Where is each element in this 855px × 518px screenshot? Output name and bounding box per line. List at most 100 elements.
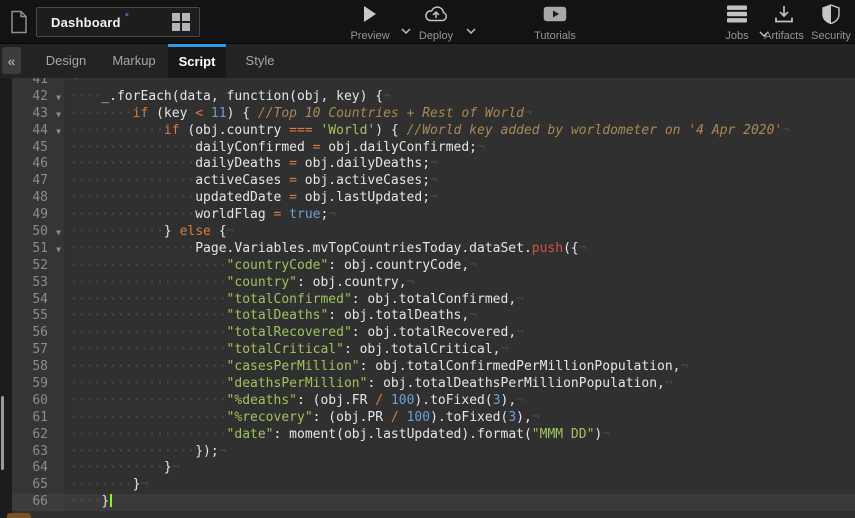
line-number: 42▼: [12, 89, 64, 106]
code-line[interactable]: 54····················"totalConfirmed": …: [12, 292, 855, 309]
code-line[interactable]: 45················dailyConfirmed = obj.d…: [12, 140, 855, 157]
fold-arrow-icon[interactable]: ▼: [56, 107, 61, 124]
code-token: : (obj.FR: [297, 393, 375, 408]
deploy-button[interactable]: Deploy: [408, 4, 464, 42]
whitespace-dots: ················: [70, 190, 195, 205]
code-content: ················dailyDeaths = obj.dailyD…: [64, 156, 855, 173]
line-number: 61: [12, 410, 64, 427]
tutorials-button[interactable]: Tutorials: [526, 4, 584, 42]
code-token: });: [195, 444, 218, 459]
eol-mark: ¬: [516, 292, 524, 307]
whitespace-dots: ········: [70, 106, 133, 121]
code-token: dailyDeaths: [195, 156, 289, 171]
whitespace-dots: ····················: [70, 359, 227, 374]
code-line[interactable]: 62····················"date": moment(obj…: [12, 427, 855, 444]
tab-design[interactable]: Design: [38, 44, 94, 78]
eol-mark: ¬: [501, 342, 509, 357]
fold-arrow-icon[interactable]: ▼: [56, 90, 61, 107]
preview-button[interactable]: Preview: [341, 4, 399, 42]
security-button[interactable]: Security: [806, 4, 855, 42]
line-number: 45: [12, 140, 64, 157]
tab-script[interactable]: Script: [168, 44, 226, 78]
open-page-tab[interactable]: Dashboard *: [36, 7, 200, 37]
code-line[interactable]: 51▼················Page.Variables.mvTopC…: [12, 241, 855, 258]
code-content: ················updatedDate = obj.lastUp…: [64, 190, 855, 207]
tab-style[interactable]: Style: [238, 44, 282, 78]
code-line[interactable]: 64············}¬: [12, 460, 855, 477]
code-content: ················activeCases = obj.active…: [64, 173, 855, 190]
eol-mark: ¬: [383, 89, 391, 104]
cloud-upload-icon: [423, 4, 449, 24]
code-token: 'World': [320, 123, 375, 138]
code-line[interactable]: 49················worldFlag = true;¬: [12, 207, 855, 224]
tab-markup[interactable]: Markup: [104, 44, 164, 78]
code-token: 3: [493, 393, 501, 408]
script-editor[interactable]: 41¬42▼····_.forEach(data, function(obj, …: [0, 78, 855, 518]
jobs-stack-icon: [727, 4, 747, 24]
code-line[interactable]: 41¬: [12, 78, 855, 89]
code-line[interactable]: 53····················"country": obj.cou…: [12, 275, 855, 292]
line-number: 65: [12, 477, 64, 494]
whitespace-dots: ········: [70, 477, 133, 492]
code-line[interactable]: 42▼····_.forEach(data, function(obj, key…: [12, 89, 855, 106]
code-line[interactable]: 56····················"totalRecovered": …: [12, 325, 855, 342]
jobs-button[interactable]: Jobs: [714, 4, 760, 42]
code-line[interactable]: 57····················"totalCritical": o…: [12, 342, 855, 359]
code-content: ············} else {¬: [64, 224, 855, 241]
eol-mark: ¬: [430, 190, 438, 205]
code-line[interactable]: 48················updatedDate = obj.last…: [12, 190, 855, 207]
line-number: 48: [12, 190, 64, 207]
code-token: ) {: [227, 106, 258, 121]
page-title: Dashboard: [51, 15, 121, 30]
code-content: ····················"totalConfirmed": ob…: [64, 292, 855, 309]
code-line[interactable]: 44▼············if (obj.country === 'Worl…: [12, 123, 855, 140]
code-line[interactable]: 60····················"%deaths": (obj.FR…: [12, 393, 855, 410]
code-content: ····}: [64, 494, 855, 511]
code-token: 11: [211, 106, 227, 121]
whitespace-dots: ····················: [70, 410, 227, 425]
code-token: worldFlag: [195, 207, 273, 222]
code-line[interactable]: 46················dailyDeaths = obj.dail…: [12, 156, 855, 173]
code-token: ).toFixed(: [430, 410, 508, 425]
eol-mark: ¬: [524, 106, 532, 121]
collapsed-left-panel: [0, 78, 12, 518]
collapse-panel-button[interactable]: «: [2, 47, 21, 74]
code-line[interactable]: 61····················"%recovery": (obj.…: [12, 410, 855, 427]
text-cursor: [110, 494, 112, 507]
code-token: }: [164, 460, 172, 475]
code-token: "totalCritical": [227, 342, 344, 357]
whitespace-dots: ····················: [70, 275, 227, 290]
code-content: ····················"totalRecovered": ob…: [64, 325, 855, 342]
code-line[interactable]: 50▼············} else {¬: [12, 224, 855, 241]
code-line[interactable]: 47················activeCases = obj.acti…: [12, 173, 855, 190]
artifacts-button[interactable]: Artifacts: [757, 4, 811, 42]
fold-arrow-icon[interactable]: ▼: [56, 242, 61, 259]
page-file-icon[interactable]: [9, 10, 29, 39]
pages-grid-icon[interactable]: [172, 13, 190, 31]
code-lines: 41¬42▼····_.forEach(data, function(obj, …: [12, 78, 855, 511]
top-toolbar: Dashboard * Preview: [0, 0, 855, 44]
unsaved-indicator: *: [125, 11, 129, 23]
scrollbar-thumb[interactable]: [1, 396, 4, 470]
code-line[interactable]: 58····················"casesPerMillion":…: [12, 359, 855, 376]
eol-mark: ¬: [227, 224, 235, 239]
code-line[interactable]: 63················});¬: [12, 444, 855, 461]
chevron-down-icon[interactable]: [466, 21, 476, 39]
line-number: 43▼: [12, 106, 64, 123]
fold-arrow-icon[interactable]: ▼: [56, 124, 61, 141]
code-line[interactable]: 66····}: [12, 494, 855, 511]
code-line[interactable]: 65········}¬: [12, 477, 855, 494]
code-token: [203, 106, 211, 121]
code-line[interactable]: 52····················"countryCode": obj…: [12, 258, 855, 275]
whitespace-dots: ····················: [70, 376, 227, 391]
code-token: : obj.totalDeaths,: [328, 308, 469, 323]
code-content: ····················"%recovery": (obj.PR…: [64, 410, 855, 427]
code-line[interactable]: 59····················"deathsPerMillion"…: [12, 376, 855, 393]
code-content: ····················"deathsPerMillion": …: [64, 376, 855, 393]
code-line[interactable]: 43▼········if (key < 11) { //Top 10 Coun…: [12, 106, 855, 123]
eol-mark: ¬: [70, 78, 78, 87]
line-number: 49: [12, 207, 64, 224]
eol-mark: ¬: [469, 258, 477, 273]
fold-arrow-icon[interactable]: ▼: [56, 225, 61, 242]
code-line[interactable]: 55····················"totalDeaths": obj…: [12, 308, 855, 325]
